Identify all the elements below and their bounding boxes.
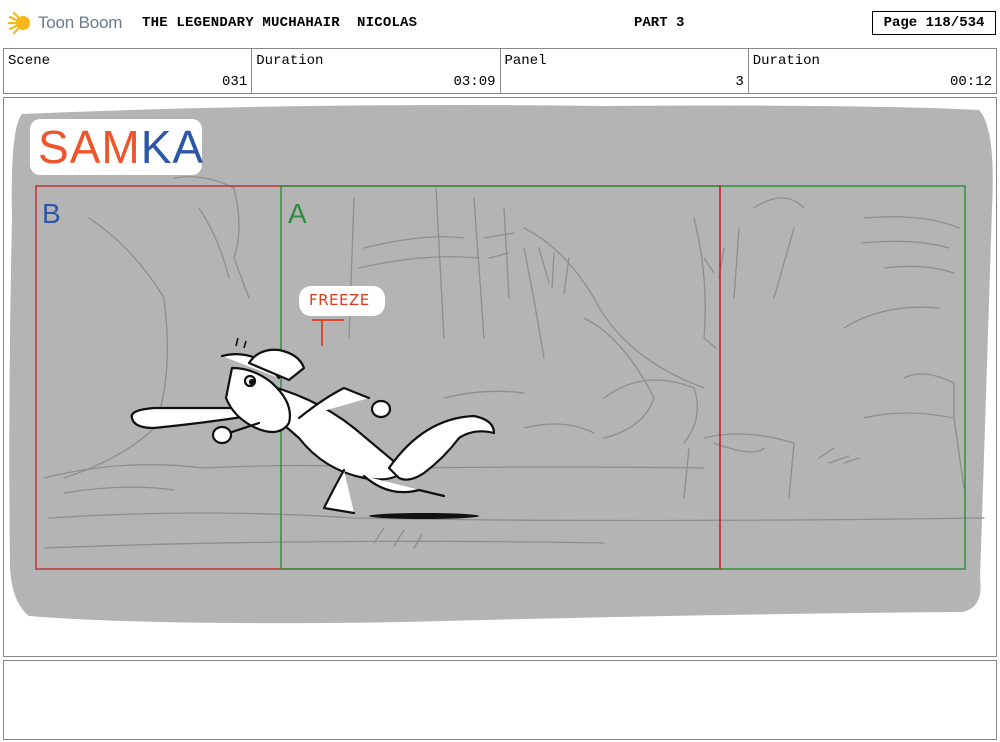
samka-logo-text: SAMKA bbox=[38, 121, 205, 173]
field-label-b: B bbox=[42, 198, 61, 229]
scene-label: Scene bbox=[8, 53, 51, 69]
panel-duration-label: Duration bbox=[752, 53, 820, 69]
scene-duration-cell: Duration 03:09 bbox=[252, 49, 501, 93]
panel-label: Panel bbox=[504, 53, 547, 69]
panel-drawing bbox=[9, 105, 993, 624]
panel-cell: Panel 3 bbox=[501, 49, 749, 93]
character-shadow bbox=[369, 513, 479, 519]
sun-icon bbox=[8, 11, 30, 35]
scene-cell: Scene 031 bbox=[4, 49, 253, 93]
background-paint bbox=[9, 105, 993, 624]
production-title: THE LEGENDARY MUCHAHAIR NICOLAS bbox=[142, 15, 418, 31]
scene-value: 031 bbox=[222, 74, 248, 90]
freeze-annotation: FREEZE bbox=[299, 286, 385, 316]
part-label: PART 3 bbox=[634, 15, 685, 31]
header-bar: Toon Boom THE LEGENDARY MUCHAHAIR NICOLA… bbox=[0, 0, 1000, 46]
toon-boom-logo: Toon Boom bbox=[8, 9, 122, 37]
panel-value: 3 bbox=[735, 74, 744, 90]
samka-logo: SAMKA bbox=[30, 119, 205, 175]
freeze-annotation-text: FREEZE bbox=[309, 291, 370, 309]
panel-notes-area[interactable] bbox=[3, 660, 997, 740]
panel-duration-cell: Duration 00:12 bbox=[749, 49, 996, 93]
scene-duration-value: 03:09 bbox=[453, 74, 496, 90]
storyboard-panel[interactable]: SAMKA B A FREEZE bbox=[3, 97, 997, 657]
scene-info-bar: Scene 031 Duration 03:09 Panel 3 Duratio… bbox=[3, 48, 997, 94]
app-name: Toon Boom bbox=[38, 13, 123, 32]
scene-duration-label: Duration bbox=[256, 53, 324, 69]
page-indicator: Page 118/534 bbox=[872, 11, 996, 35]
field-label-a: A bbox=[288, 198, 307, 229]
panel-duration-value: 00:12 bbox=[949, 74, 992, 90]
